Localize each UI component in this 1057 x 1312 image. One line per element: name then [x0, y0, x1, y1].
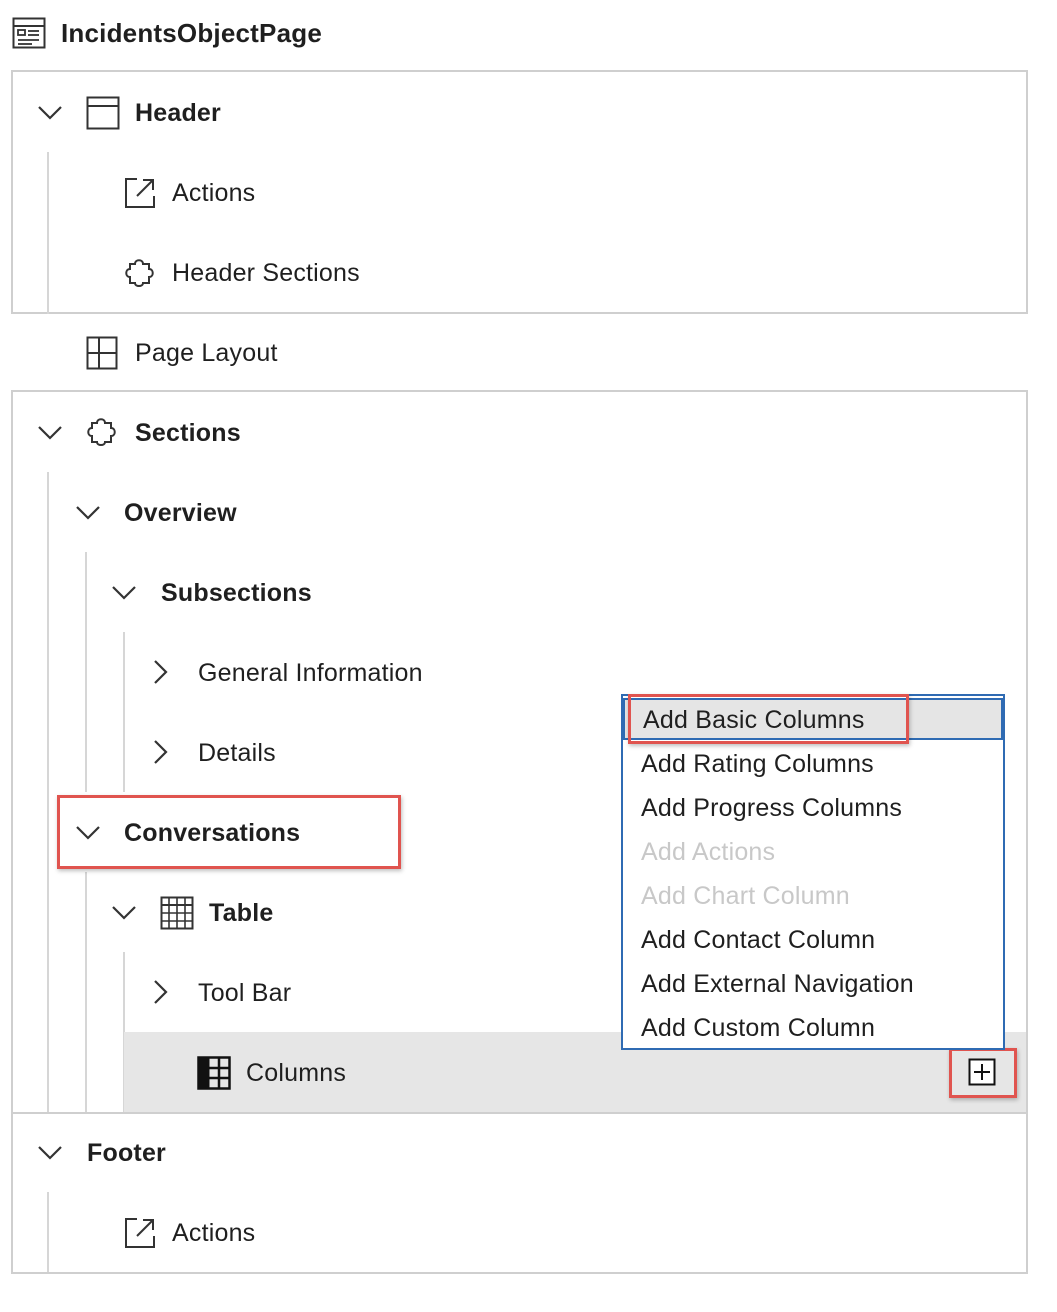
- menu-item-add-chart-column: Add Chart Column: [641, 882, 850, 910]
- tree-guide-line: [47, 472, 49, 1112]
- menu-item-add-progress-columns[interactable]: Add Progress Columns: [623, 786, 1003, 830]
- puzzle-icon: [87, 418, 116, 446]
- chevron-down-icon[interactable]: [109, 577, 139, 607]
- menu-item-add-actions: Add Actions: [641, 838, 776, 866]
- highlight-add-basic-columns: [628, 694, 909, 744]
- object-page-icon: [12, 17, 46, 49]
- chevron-down-icon[interactable]: [35, 97, 65, 127]
- chevron-right-icon[interactable]: [145, 977, 175, 1007]
- chevron-down-icon[interactable]: [109, 897, 139, 927]
- footer-group: [11, 1112, 1028, 1274]
- menu-item-add-custom-column[interactable]: Add Custom Column: [623, 1006, 1003, 1050]
- tree-item-header-sections[interactable]: Header Sections: [172, 258, 360, 288]
- chevron-right-icon[interactable]: [145, 657, 175, 687]
- chevron-down-icon[interactable]: [73, 497, 103, 527]
- tree-item-general-information[interactable]: General Information: [198, 658, 423, 688]
- chevron-down-icon[interactable]: [35, 417, 65, 447]
- menu-item-add-contact-column[interactable]: Add Contact Column: [623, 918, 1003, 962]
- menu-item-add-external-navigation[interactable]: Add External Navigation: [623, 962, 1003, 1006]
- tree-item-columns-label: Columns: [246, 1059, 347, 1087]
- tree-guide-line: [47, 152, 49, 314]
- tree-item-toolbar[interactable]: Tool Bar: [198, 978, 291, 1008]
- layout-icon: [86, 336, 118, 370]
- chevron-right-icon[interactable]: [145, 737, 175, 767]
- puzzle-icon: [125, 259, 154, 287]
- tree-guide-line: [47, 1192, 49, 1272]
- tree-guide-line: [123, 632, 125, 792]
- add-columns-menu: Add Basic Columns Add Rating Columns Add…: [621, 694, 1005, 1050]
- external-link-icon: [125, 178, 155, 208]
- tree-item-table[interactable]: Table: [209, 898, 273, 928]
- tree-guide-line: [85, 552, 87, 792]
- tree-item-sections[interactable]: Sections: [135, 418, 241, 448]
- tree-item-footer-actions[interactable]: Actions: [172, 1218, 255, 1248]
- external-link-icon: [125, 1218, 155, 1248]
- tree-item-page-layout[interactable]: Page Layout: [135, 338, 278, 368]
- tree-item-subsections[interactable]: Subsections: [161, 578, 312, 608]
- tree-item-header-actions[interactable]: Actions: [172, 178, 255, 208]
- menu-item-add-rating-columns[interactable]: Add Rating Columns: [623, 742, 1003, 786]
- highlight-conversations: [57, 795, 401, 869]
- tree-item-footer[interactable]: Footer: [87, 1138, 166, 1168]
- page-title: IncidentsObjectPage: [61, 18, 322, 48]
- highlight-add-button: [949, 1048, 1017, 1098]
- columns-icon: [197, 1056, 231, 1090]
- chevron-down-icon[interactable]: [35, 1137, 65, 1167]
- tree-guide-line: [85, 872, 87, 1112]
- tree-item-overview[interactable]: Overview: [124, 498, 237, 528]
- tree-item-header[interactable]: Header: [135, 98, 221, 128]
- tree-item-details[interactable]: Details: [198, 738, 276, 768]
- header-icon: [86, 96, 120, 130]
- table-icon: [160, 896, 194, 930]
